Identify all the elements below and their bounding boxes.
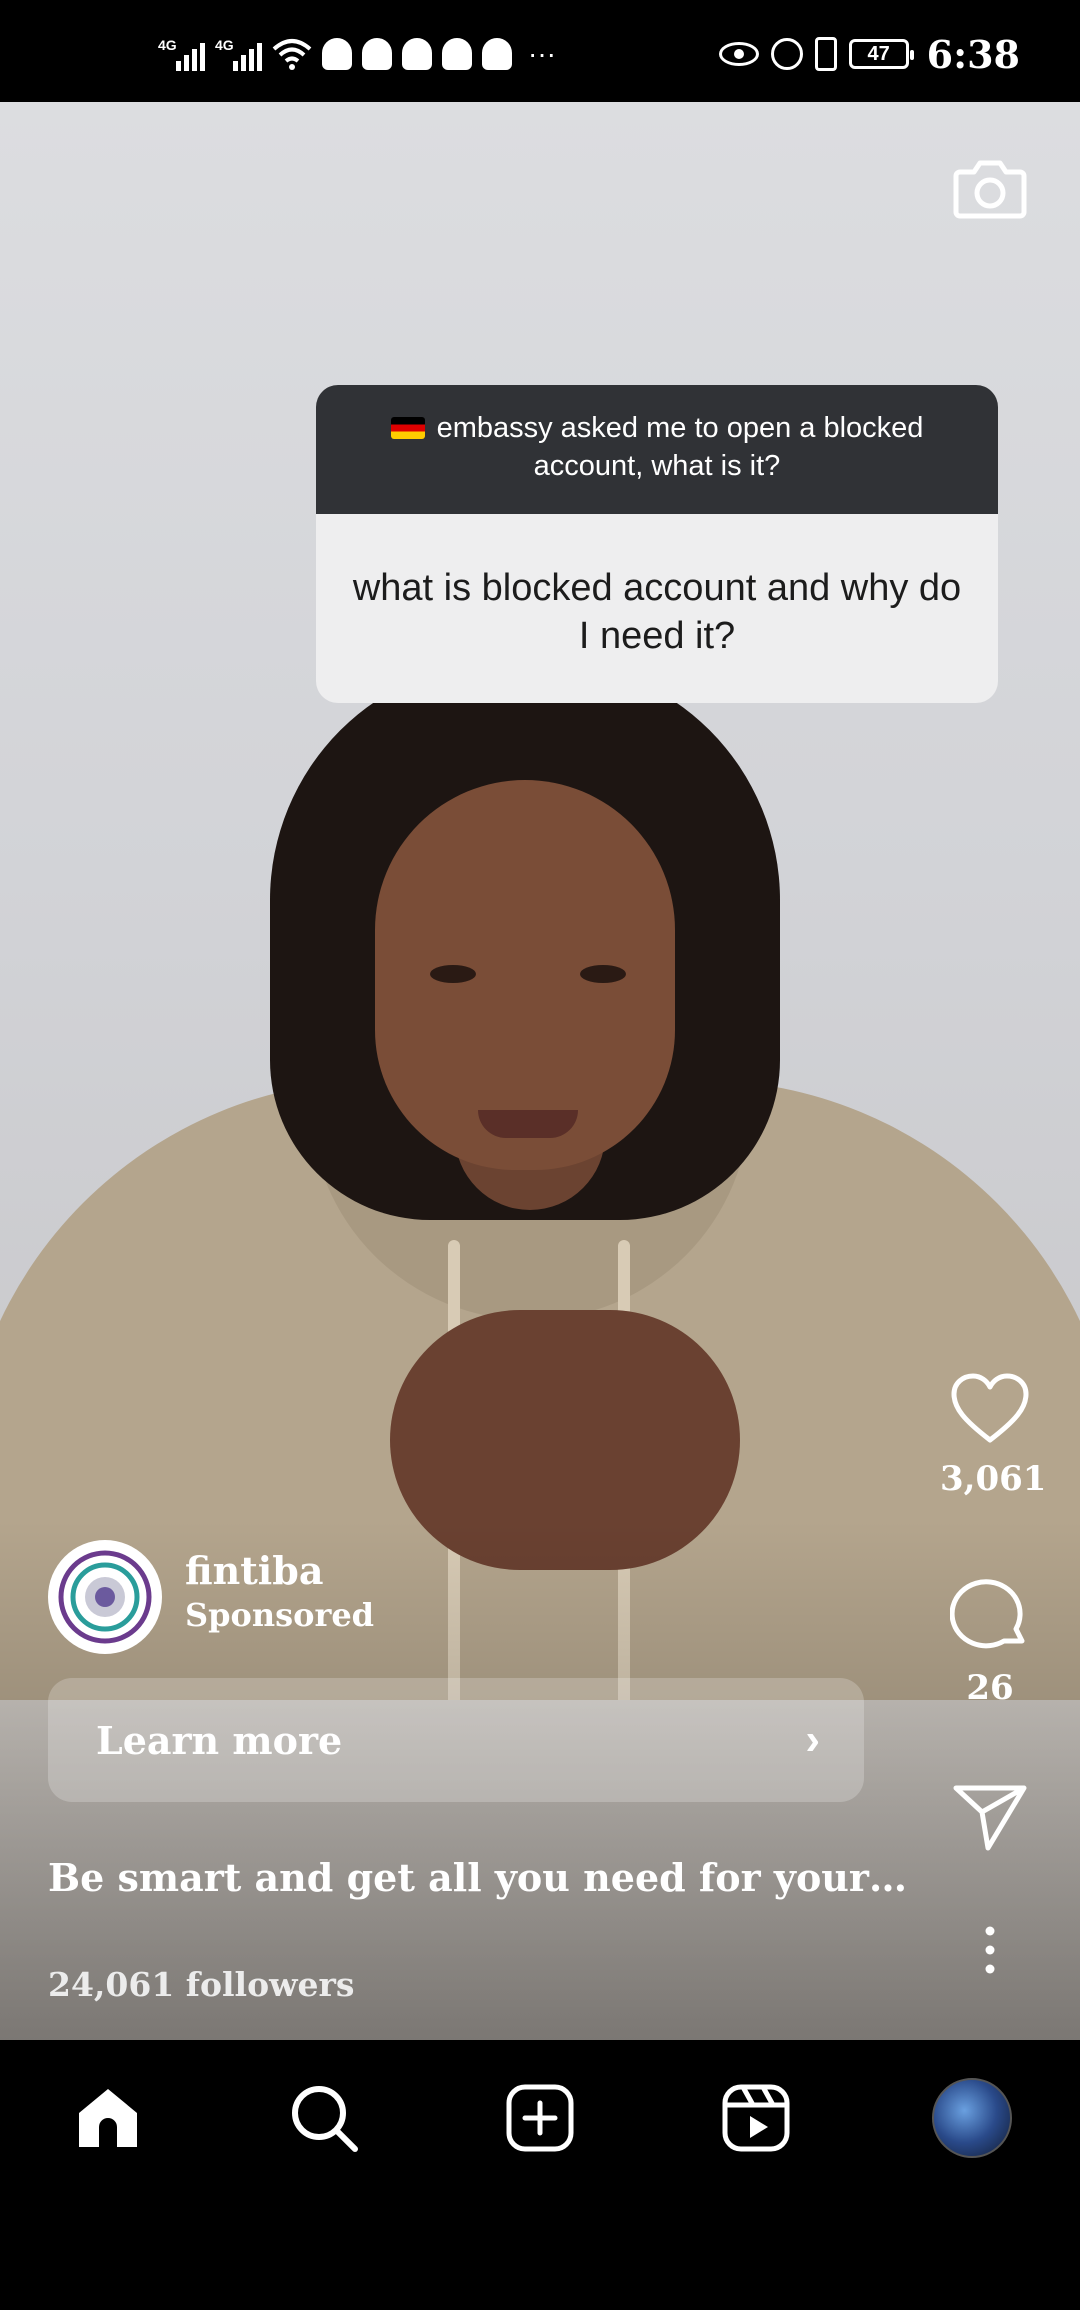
more-options [940, 1925, 1040, 1980]
alarm-icon [770, 38, 803, 70]
video-subject-eye [430, 965, 476, 983]
heart-icon[interactable] [950, 1372, 1030, 1446]
sponsored-label: Sponsored [185, 1596, 375, 1634]
eye-comfort-icon [718, 42, 759, 66]
share-action [940, 1782, 1040, 1857]
fintiba-logo-icon [58, 1550, 152, 1644]
learn-more-button[interactable]: Learn more › [48, 1678, 864, 1802]
snapchat-notification-icon [362, 38, 392, 70]
wifi-icon [272, 39, 312, 70]
germany-flag-icon [390, 417, 425, 439]
camera-icon[interactable] [950, 148, 1030, 228]
comment-icon[interactable] [949, 1575, 1030, 1655]
battery-level: 47 [867, 42, 890, 65]
sticker-question: embassy asked me to open a blocked accou… [316, 385, 998, 514]
cellular-signal-1-icon: 4G [158, 37, 205, 71]
vibrate-icon [814, 37, 837, 71]
gesture-area [0, 2195, 1080, 2310]
comment-count: 26 [966, 1668, 1014, 1708]
like-action: 3,061 [940, 1372, 1047, 1499]
learn-more-label: Learn more [96, 1717, 343, 1763]
more-options-icon[interactable] [980, 1925, 1000, 1975]
reels-icon [722, 2084, 790, 2151]
followers-count: 24,061 followers [48, 1965, 355, 2004]
snapchat-notification-icon [322, 38, 352, 70]
snapchat-notification-icon [442, 38, 472, 70]
status-bar: 4G 4G ··· 47 6:38 [0, 0, 1080, 102]
battery-icon: 47 [848, 39, 914, 69]
search-icon [292, 2085, 358, 2152]
home-icon [79, 2088, 137, 2147]
sticker-answer: what is blocked account and why do I nee… [352, 567, 962, 657]
video-subject-hands [390, 1310, 740, 1570]
nav-search[interactable] [279, 2073, 369, 2163]
author-avatar[interactable] [48, 1540, 162, 1654]
share-icon[interactable] [950, 1782, 1030, 1852]
video-subject-eye [580, 965, 626, 983]
more-notifications-indicator: ··· [528, 38, 556, 69]
video-subject-mouth [478, 1110, 578, 1138]
nav-profile[interactable] [927, 2073, 1017, 2163]
bottom-navigation [0, 2040, 1080, 2195]
clock: 6:38 [926, 31, 1020, 77]
sticker-question-text: embassy asked me to open a blocked accou… [436, 412, 924, 482]
nav-reels[interactable] [711, 2073, 801, 2163]
nav-create[interactable] [495, 2073, 585, 2163]
question-sticker: embassy asked me to open a blocked accou… [316, 385, 998, 703]
nav-home[interactable] [63, 2073, 153, 2163]
chevron-right-icon: › [805, 1715, 820, 1764]
like-count: 3,061 [940, 1459, 1047, 1499]
profile-avatar [932, 2077, 1012, 2158]
snapchat-notification-icon [402, 38, 432, 70]
cellular-signal-2-icon: 4G [215, 37, 262, 71]
create-icon [506, 2084, 574, 2151]
snapchat-notification-icon [482, 38, 512, 70]
post-caption[interactable]: Be smart and get all you need for your .… [48, 1855, 908, 1900]
author-name[interactable]: fintiba [185, 1548, 374, 1594]
comment-action: 26 [940, 1575, 1040, 1708]
